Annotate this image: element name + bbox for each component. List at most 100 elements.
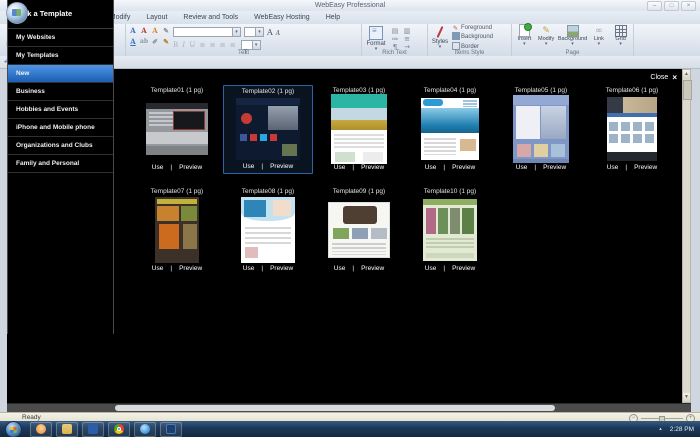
chrome-icon[interactable]	[108, 422, 130, 437]
preview-link[interactable]: Preview	[361, 164, 384, 171]
shrink-font-icon[interactable]: A	[276, 28, 280, 37]
template-thumbnail[interactable]	[421, 98, 479, 160]
format-button[interactable]: Format ▾	[364, 25, 388, 51]
sidebar-item-family-and-personal[interactable]: Family and Personal	[8, 155, 113, 173]
horizontal-scroll-thumb[interactable]	[115, 405, 555, 411]
file-explorer-icon[interactable]	[56, 422, 78, 437]
page-background-button[interactable]: Background ▾	[559, 25, 587, 46]
template-cell-template04[interactable]: Template04 (1 pg)Use|Preview	[405, 85, 495, 174]
template-cell-template05[interactable]: Template05 (1 pg)Use|Preview	[496, 85, 586, 174]
eraser-icon[interactable]: ✐	[150, 37, 160, 47]
font-size-select[interactable]	[244, 27, 264, 37]
sidebar-item-my-websites[interactable]: My Websites	[8, 29, 113, 47]
tab-webeasy-hosting[interactable]: WebEasy Hosting	[246, 11, 318, 24]
modify-button[interactable]: ✎ Modify ▾	[537, 25, 556, 46]
show-hidden-icons-icon[interactable]: ▴	[659, 426, 662, 432]
tab-layout[interactable]: Layout	[138, 11, 175, 24]
preview-link[interactable]: Preview	[361, 265, 384, 272]
template-cell-template10[interactable]: Template10 (1 pg)Use|Preview	[405, 186, 495, 275]
use-link[interactable]: Use	[334, 164, 346, 171]
sidebar-item-new[interactable]: New	[8, 65, 113, 83]
preview-link[interactable]: Preview	[452, 265, 475, 272]
maximize-icon[interactable]: □	[664, 1, 679, 11]
template-thumbnail[interactable]	[328, 202, 390, 258]
bold-italic-buttons[interactable]: B I U̶ ≣ ≣ ≣ ≣	[173, 41, 237, 49]
preview-link[interactable]: Preview	[270, 265, 293, 272]
template-cell-template09[interactable]: Template09 (1 pg)Use|Preview	[314, 186, 404, 275]
blue-app-icon[interactable]	[160, 422, 182, 437]
use-link[interactable]: Use	[607, 164, 619, 171]
link-button[interactable]: ∞ Link ▾	[590, 25, 609, 46]
preview-link[interactable]: Preview	[543, 164, 566, 171]
template-cell-template01[interactable]: Template01 (1 pg)Use|Preview	[132, 85, 222, 174]
internet-explorer-icon[interactable]	[134, 422, 156, 437]
template-thumbnail[interactable]	[513, 95, 569, 163]
text-wrap-select[interactable]: T	[241, 40, 261, 50]
template-thumbnail[interactable]	[236, 98, 300, 160]
preview-link[interactable]: Preview	[452, 164, 475, 171]
sidebar-item-business[interactable]: Business	[8, 83, 113, 101]
template-cell-template02[interactable]: Template02 (1 pg)Use|Preview	[223, 85, 313, 174]
text-style-icon[interactable]: A	[150, 26, 160, 36]
vertical-scroll-thumb[interactable]	[683, 80, 692, 100]
minimize-icon[interactable]: –	[647, 1, 662, 11]
styles-button[interactable]: Styles ▾	[430, 25, 450, 49]
template-thumbnail[interactable]	[146, 103, 208, 155]
grid-button[interactable]: Grid ▾	[611, 25, 630, 46]
start-button[interactable]	[5, 421, 22, 437]
bullet-list-icon[interactable]: ≡	[402, 35, 412, 43]
use-link[interactable]: Use	[516, 164, 528, 171]
background-button[interactable]: Background	[452, 32, 493, 42]
text-style-icon[interactable]: A	[139, 26, 149, 36]
page-layout-icon[interactable]: ▥	[402, 27, 412, 35]
highlight-icon[interactable]: ✎	[161, 37, 171, 47]
pen-icon[interactable]: ✎	[161, 26, 171, 36]
sidebar-item-hobbies-and-events[interactable]: Hobbies and Events	[8, 101, 113, 119]
tab-help[interactable]: Help	[318, 11, 348, 24]
use-link[interactable]: Use	[425, 265, 437, 272]
underline-color-icon[interactable]: A	[128, 37, 138, 47]
template-thumbnail[interactable]	[423, 199, 477, 261]
use-link[interactable]: Use	[334, 265, 346, 272]
use-link[interactable]: Use	[243, 265, 255, 272]
foreground-button[interactable]: ✎Foreground	[452, 25, 493, 32]
zoom-slider[interactable]	[641, 418, 683, 419]
page-layout-icon[interactable]: ▤	[390, 27, 400, 35]
sidebar-item-iphone-and-mobile-phone[interactable]: iPhone and Mobile phone	[8, 119, 113, 137]
preview-link[interactable]: Preview	[270, 163, 293, 170]
application-menu-orb[interactable]	[6, 2, 28, 24]
preview-link[interactable]: Preview	[179, 265, 202, 272]
scroll-up-icon[interactable]: ▲	[683, 70, 690, 79]
font-family-select[interactable]	[173, 27, 241, 37]
use-link[interactable]: Use	[425, 164, 437, 171]
sidebar-item-organizations-and-clubs[interactable]: Organizations and Clubs	[8, 137, 113, 155]
tab-review-and-tools[interactable]: Review and Tools	[175, 11, 246, 24]
template-thumbnail[interactable]	[607, 97, 657, 161]
template-cell-template06[interactable]: Template06 (1 pg)Use|Preview	[587, 85, 677, 174]
template-thumbnail[interactable]	[155, 197, 199, 263]
close-window-icon[interactable]: ×	[681, 1, 696, 11]
preview-link[interactable]: Preview	[179, 164, 202, 171]
template-cell-template03[interactable]: Template03 (1 pg)Use|Preview	[314, 85, 404, 174]
grow-font-icon[interactable]: A	[267, 28, 273, 37]
orange-app-icon[interactable]	[30, 422, 52, 437]
use-link[interactable]: Use	[152, 265, 164, 272]
template-cell-template07[interactable]: Template07 (1 pg)Use|Preview	[132, 186, 222, 275]
clock: 2:28 PM	[670, 426, 694, 433]
preview-link[interactable]: Preview	[634, 164, 657, 171]
numbered-list-icon[interactable]: ≔	[390, 35, 400, 43]
vertical-scrollbar[interactable]: ▲ ▼	[682, 69, 691, 403]
template-cell-template08[interactable]: Template08 (1 pg)Use|Preview	[223, 186, 313, 275]
use-link[interactable]: Use	[243, 163, 255, 170]
template-thumbnail[interactable]	[241, 197, 295, 263]
insert-button[interactable]: Insert ▾	[515, 25, 534, 46]
sidebar-item-my-templates[interactable]: My Templates	[8, 47, 113, 65]
scroll-down-icon[interactable]: ▼	[683, 393, 690, 402]
template-thumbnail[interactable]	[331, 94, 387, 164]
text-style-icon[interactable]: A	[128, 26, 138, 36]
template-links: Use|Preview	[152, 265, 202, 272]
use-link[interactable]: Use	[152, 164, 164, 171]
lowercase-icon[interactable]: ab	[139, 37, 149, 47]
word-app-icon[interactable]	[82, 422, 104, 437]
close-template-panel[interactable]: Close ×	[650, 73, 677, 82]
